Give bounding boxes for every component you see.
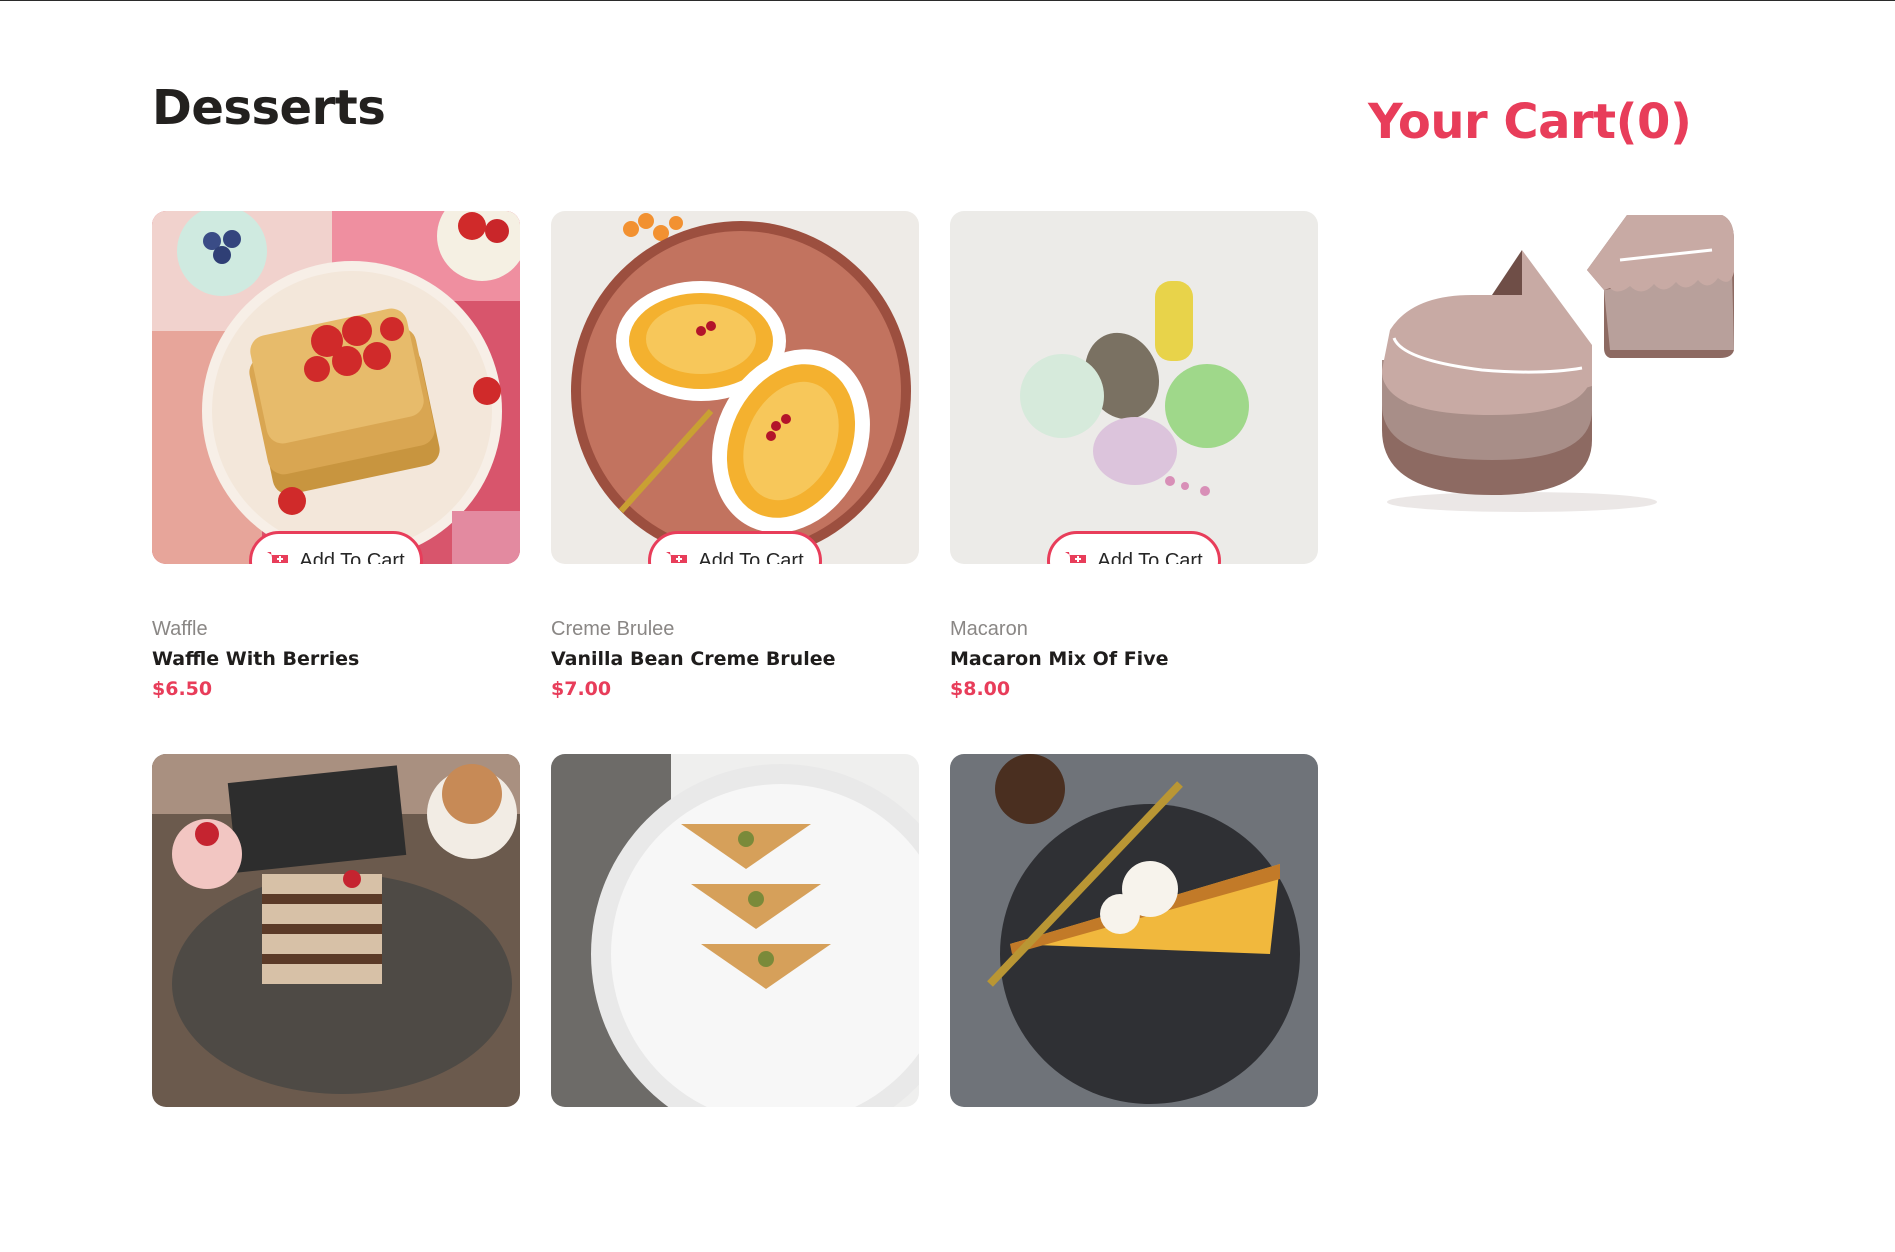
add-cart-icon	[1065, 552, 1087, 563]
add-cart-icon	[267, 552, 289, 563]
add-to-cart-label: Add To Cart	[1097, 549, 1203, 565]
product-card-tiramisu	[152, 754, 520, 1252]
product-category: Waffle	[152, 618, 208, 640]
cart-title: Your Cart(0)	[1368, 94, 1692, 150]
product-price: $8.00	[950, 678, 1011, 700]
product-price: $6.50	[152, 678, 213, 700]
add-to-cart-label: Add To Cart	[698, 549, 804, 565]
product-name: Vanilla Bean Creme Brulee	[551, 648, 836, 670]
product-name: Macaron Mix Of Five	[950, 648, 1169, 670]
product-image-pie	[950, 754, 1318, 1107]
product-image-creme-brulee: Add To Cart	[551, 211, 919, 564]
product-card-creme-brulee: Add To Cart Creme Brulee Vanilla Bean Cr…	[551, 211, 919, 709]
product-price: $7.00	[551, 678, 612, 700]
add-to-cart-button[interactable]: Add To Cart	[249, 531, 423, 564]
product-card-macaron: Add To Cart Macaron Macaron Mix Of Five …	[950, 211, 1318, 709]
product-card-pie	[950, 754, 1318, 1252]
product-image-waffle: Add To Cart	[152, 211, 520, 564]
product-grid: Add To Cart Waffle Waffle With Berries $…	[152, 211, 1318, 1252]
add-to-cart-label: Add To Cart	[299, 549, 405, 565]
page-title: Desserts	[152, 80, 386, 136]
product-card-baklava	[551, 754, 919, 1252]
add-to-cart-button[interactable]: Add To Cart	[1047, 531, 1221, 564]
product-name: Waffle With Berries	[152, 648, 360, 670]
product-card-waffle: Add To Cart Waffle Waffle With Berries $…	[152, 211, 520, 709]
add-to-cart-button[interactable]: Add To Cart	[648, 531, 822, 564]
top-border	[0, 0, 1895, 1]
add-cart-icon	[666, 552, 688, 563]
product-category: Macaron	[950, 618, 1028, 640]
empty-cart-cake-illustration	[1382, 215, 1734, 512]
product-image-tiramisu	[152, 754, 520, 1107]
product-image-macaron: Add To Cart	[950, 211, 1318, 564]
product-category: Creme Brulee	[551, 618, 675, 640]
product-image-baklava	[551, 754, 919, 1107]
